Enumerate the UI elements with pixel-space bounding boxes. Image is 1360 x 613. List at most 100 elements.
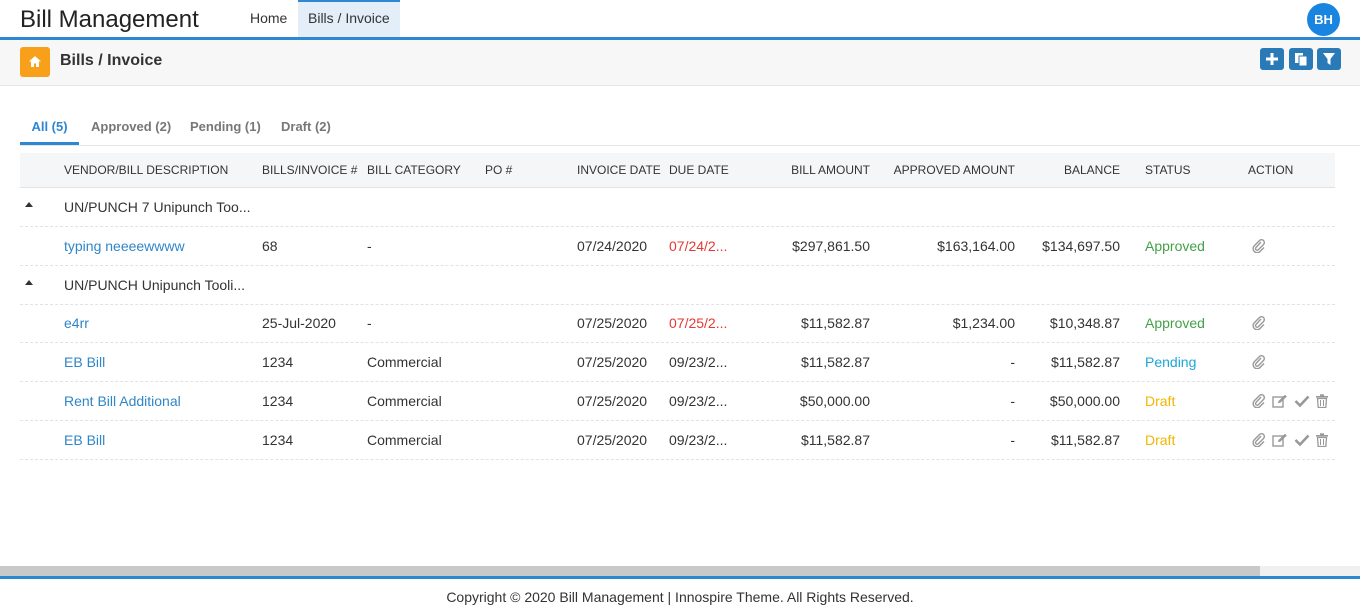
paperclip-icon[interactable] bbox=[1252, 239, 1266, 253]
user-avatar[interactable]: BH bbox=[1307, 3, 1340, 36]
scrollbar-thumb[interactable] bbox=[0, 566, 1260, 576]
home-icon bbox=[29, 56, 41, 67]
bill-amount: $11,582.87 bbox=[800, 354, 870, 370]
paperclip-icon[interactable] bbox=[1252, 394, 1266, 408]
status-tabs: All (5) Approved (2) Pending (1) Draft (… bbox=[20, 109, 1360, 146]
status-badge: Approved bbox=[1145, 238, 1205, 254]
edit-icon[interactable] bbox=[1272, 394, 1288, 408]
approved-amount: - bbox=[1010, 354, 1015, 370]
col-due-date[interactable]: DUE DATE bbox=[669, 163, 729, 177]
balance: $134,697.50 bbox=[1042, 238, 1120, 254]
bill-category: Commercial bbox=[367, 354, 442, 370]
balance: $10,348.87 bbox=[1049, 315, 1120, 331]
table-header: VENDOR/BILL DESCRIPTION BILLS/INVOICE # … bbox=[20, 153, 1335, 188]
status-badge: Draft bbox=[1145, 393, 1176, 409]
bill-description-link[interactable]: EB Bill bbox=[64, 432, 105, 448]
filter-icon bbox=[1323, 53, 1335, 65]
bill-category: Commercial bbox=[367, 432, 442, 448]
due-date: 07/25/2... bbox=[669, 315, 728, 331]
invoice-number: 1234 bbox=[262, 354, 294, 370]
check-icon[interactable] bbox=[1294, 394, 1310, 408]
plus-icon bbox=[1266, 53, 1278, 65]
home-button[interactable] bbox=[20, 47, 50, 77]
add-bill-button[interactable] bbox=[1260, 48, 1284, 70]
invoice-number: 1234 bbox=[262, 432, 294, 448]
trash-icon[interactable] bbox=[1315, 394, 1329, 408]
invoice-number: 25-Jul-2020 bbox=[262, 315, 336, 331]
app-title: Bill Management bbox=[20, 6, 199, 33]
bill-amount: $11,582.87 bbox=[800, 315, 870, 331]
bill-category: Commercial bbox=[367, 393, 442, 409]
copy-icon bbox=[1295, 53, 1308, 66]
status-badge: Draft bbox=[1145, 432, 1176, 448]
horizontal-scrollbar[interactable] bbox=[0, 566, 1360, 576]
invoice-date: 07/24/2020 bbox=[577, 238, 648, 254]
approved-amount: - bbox=[1010, 393, 1015, 409]
col-bill-category[interactable]: BILL CATEGORY bbox=[367, 163, 461, 177]
col-invoice-number[interactable]: BILLS/INVOICE # bbox=[262, 163, 357, 177]
invoice-number: 68 bbox=[262, 238, 278, 254]
copy-button[interactable] bbox=[1289, 48, 1313, 70]
col-po[interactable]: PO # bbox=[485, 163, 512, 177]
collapse-caret-icon[interactable] bbox=[25, 280, 33, 285]
balance: $11,582.87 bbox=[1050, 432, 1120, 448]
table-row: typing neeeewwww 68 - 07/24/2020 07/24/2… bbox=[20, 227, 1335, 266]
status-badge: Pending bbox=[1145, 354, 1197, 370]
bill-description-link[interactable]: Rent Bill Additional bbox=[64, 393, 181, 409]
page-header: Bills / Invoice bbox=[0, 40, 1360, 86]
balance: $50,000.00 bbox=[1049, 393, 1120, 409]
collapse-caret-icon[interactable] bbox=[25, 202, 33, 207]
group-label: UN/PUNCH 7 Unipunch Too... bbox=[64, 199, 251, 215]
nav-bills-invoice[interactable]: Bills / Invoice bbox=[298, 0, 400, 37]
bill-description-link[interactable]: e4rr bbox=[64, 315, 89, 331]
edit-icon[interactable] bbox=[1272, 433, 1288, 447]
bill-description-link[interactable]: typing neeeewwww bbox=[64, 238, 185, 254]
bill-amount: $11,582.87 bbox=[800, 432, 870, 448]
col-approved-amount[interactable]: APPROVED AMOUNT bbox=[880, 163, 1015, 177]
invoice-date: 07/25/2020 bbox=[577, 393, 648, 409]
col-bill-amount[interactable]: BILL AMOUNT bbox=[750, 163, 870, 177]
invoice-date: 07/25/2020 bbox=[577, 432, 648, 448]
paperclip-icon[interactable] bbox=[1252, 355, 1266, 369]
col-action: ACTION bbox=[1248, 163, 1294, 177]
table-row: e4rr 25-Jul-2020 - 07/25/2020 07/25/2...… bbox=[20, 304, 1335, 343]
approved-amount: $1,234.00 bbox=[952, 315, 1015, 331]
tab-pending[interactable]: Pending (1) bbox=[190, 109, 261, 145]
invoice-date: 07/25/2020 bbox=[577, 315, 648, 331]
due-date: 09/23/2... bbox=[669, 354, 728, 370]
bill-amount: $297,861.50 bbox=[792, 238, 870, 254]
balance: $11,582.87 bbox=[1050, 354, 1120, 370]
group-row[interactable]: UN/PUNCH Unipunch Tooli... bbox=[20, 266, 1335, 305]
group-label: UN/PUNCH Unipunch Tooli... bbox=[64, 277, 246, 293]
due-date: 09/23/2... bbox=[669, 393, 728, 409]
footer: Copyright © 2020 Bill Management | Innos… bbox=[0, 576, 1360, 613]
nav-home[interactable]: Home bbox=[240, 0, 297, 37]
bill-amount: $50,000.00 bbox=[799, 393, 870, 409]
bill-description-link[interactable]: EB Bill bbox=[64, 354, 105, 370]
approved-amount: $163,164.00 bbox=[937, 238, 1015, 254]
approved-amount: - bbox=[1010, 432, 1015, 448]
tab-approved[interactable]: Approved (2) bbox=[91, 109, 171, 145]
tab-all[interactable]: All (5) bbox=[20, 109, 79, 145]
page-title: Bills / Invoice bbox=[60, 52, 163, 69]
due-date: 09/23/2... bbox=[669, 432, 728, 448]
col-vendor[interactable]: VENDOR/BILL DESCRIPTION bbox=[64, 163, 228, 177]
table-row: EB Bill 1234 Commercial 07/25/2020 09/23… bbox=[20, 421, 1335, 460]
check-icon[interactable] bbox=[1294, 433, 1310, 447]
col-status[interactable]: STATUS bbox=[1145, 163, 1191, 177]
tab-draft[interactable]: Draft (2) bbox=[281, 109, 331, 145]
status-badge: Approved bbox=[1145, 315, 1205, 331]
col-invoice-date[interactable]: INVOICE DATE bbox=[577, 163, 661, 177]
trash-icon[interactable] bbox=[1315, 433, 1329, 447]
top-navbar: Bill Management Home Bills / Invoice BH bbox=[0, 0, 1360, 40]
bill-category: - bbox=[367, 238, 372, 254]
table-row: Rent Bill Additional 1234 Commercial 07/… bbox=[20, 382, 1335, 421]
col-balance[interactable]: BALANCE bbox=[1020, 163, 1120, 177]
paperclip-icon[interactable] bbox=[1252, 433, 1266, 447]
group-row[interactable]: UN/PUNCH 7 Unipunch Too... bbox=[20, 188, 1335, 227]
due-date: 07/24/2... bbox=[669, 238, 728, 254]
table-row: EB Bill 1234 Commercial 07/25/2020 09/23… bbox=[20, 343, 1335, 382]
filter-button[interactable] bbox=[1317, 48, 1341, 70]
paperclip-icon[interactable] bbox=[1252, 316, 1266, 330]
invoice-date: 07/25/2020 bbox=[577, 354, 648, 370]
